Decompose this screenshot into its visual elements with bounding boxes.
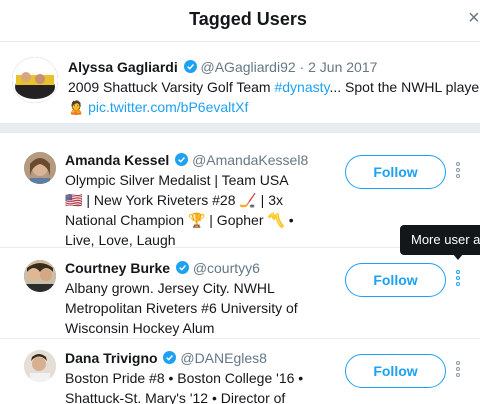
- modal-title: Tagged Users: [189, 9, 307, 29]
- tweet-author-avatar[interactable]: [12, 57, 58, 103]
- user-info: Dana Trivigno @DANEgles8 Boston Pride #8…: [65, 348, 305, 404]
- more-options-icon[interactable]: [452, 269, 464, 289]
- user-bio: Albany grown. Jersey City. NWHL Metropol…: [65, 280, 298, 336]
- user-bio: Boston Pride #8 • Boston College '16 • S…: [65, 370, 304, 404]
- user-row: Dana Trivigno @DANEgles8 Boston Pride #8…: [0, 342, 480, 404]
- user-handle[interactable]: @courtyy6: [193, 260, 260, 276]
- close-icon[interactable]: ×: [468, 8, 480, 28]
- tweet-body: Alyssa Gagliardi @AGagliardi92 · 2 Jun 2…: [68, 57, 480, 118]
- user-bio: Olympic Silver Medalist | Team USA 🇺🇸 | …: [65, 172, 294, 248]
- user-row: Courtney Burke @courtyy6 Albany grown. J…: [0, 252, 480, 339]
- tooltip-arrow: [453, 254, 463, 260]
- more-options-icon[interactable]: [452, 360, 464, 380]
- user-info: Amanda Kessel @AmandaKessel8 Olympic Sil…: [65, 150, 308, 250]
- user-avatar[interactable]: [24, 260, 56, 292]
- tweet-author-name[interactable]: Alyssa Gagliardi: [68, 59, 178, 75]
- follow-button[interactable]: Follow: [345, 354, 446, 388]
- verified-icon: [175, 261, 189, 274]
- section-divider: [0, 123, 480, 133]
- user-info: Courtney Burke @courtyy6 Albany grown. J…: [65, 258, 305, 338]
- tweet-date[interactable]: 2 Jun 2017: [308, 59, 377, 75]
- more-options-icon[interactable]: [452, 161, 464, 181]
- tagged-tweet[interactable]: Alyssa Gagliardi @AGagliardi92 · 2 Jun 2…: [0, 43, 480, 123]
- tweet-author-handle[interactable]: @AGagliardi92: [201, 59, 296, 75]
- follow-button[interactable]: Follow: [345, 263, 446, 297]
- tagged-users-icon: 🙎: [68, 100, 85, 115]
- separator-dot: ·: [299, 59, 305, 75]
- user-avatar[interactable]: [24, 350, 56, 382]
- tweet-text-prefix: 2009 Shattuck Varsity Golf Team: [68, 79, 275, 95]
- tweet-media-link[interactable]: pic.twitter.com/bP6evaltXf: [88, 99, 248, 115]
- user-handle[interactable]: @DANEgles8: [180, 350, 267, 366]
- follow-button[interactable]: Follow: [345, 155, 446, 189]
- modal-header: Tagged Users ×: [0, 0, 480, 42]
- verified-icon: [183, 60, 197, 73]
- verified-icon: [163, 351, 177, 364]
- user-handle[interactable]: @AmandaKessel8: [192, 152, 308, 168]
- user-name[interactable]: Dana Trivigno: [65, 350, 158, 366]
- user-avatar[interactable]: [24, 152, 56, 184]
- user-name[interactable]: Amanda Kessel: [65, 152, 169, 168]
- user-name[interactable]: Courtney Burke: [65, 260, 170, 276]
- verified-icon: [175, 153, 189, 166]
- more-actions-tooltip: More user actions: [400, 225, 480, 255]
- tweet-hashtag[interactable]: #dynasty: [274, 79, 329, 95]
- tweet-text-suffix: ... Spot the NWHL players: [329, 79, 480, 95]
